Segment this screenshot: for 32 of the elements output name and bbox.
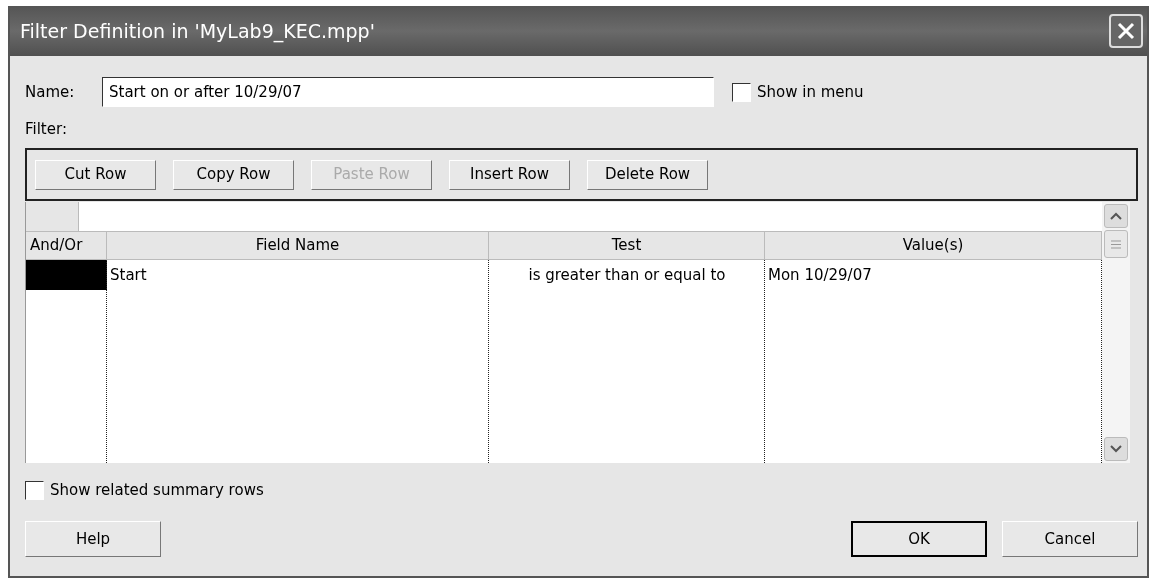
- scrollbar[interactable]: [1102, 202, 1130, 463]
- toolbar-button[interactable]: Insert Row: [449, 159, 570, 190]
- down-caret-icon: [1110, 445, 1122, 453]
- toolbar-button[interactable]: Delete Row: [587, 159, 708, 190]
- cancel-button[interactable]: Cancel: [1002, 521, 1138, 557]
- column-header: And/Or: [26, 232, 107, 259]
- show-in-menu-label: Show in menu: [757, 81, 864, 103]
- up-caret-icon: [1110, 212, 1122, 220]
- table-cell[interactable]: is greater than or equal to: [489, 260, 765, 290]
- filter-label: Filter:: [25, 119, 67, 140]
- toolbar-button[interactable]: Cut Row: [35, 159, 156, 190]
- row-selector-cell[interactable]: [26, 260, 107, 290]
- grip-icon: [1111, 239, 1121, 249]
- show-related-label: Show related summary rows: [50, 479, 264, 501]
- close-icon: [1116, 21, 1136, 41]
- toolbar-button[interactable]: Copy Row: [173, 159, 294, 190]
- scroll-down-button[interactable]: [1104, 437, 1128, 461]
- name-field[interactable]: Start on or after 10/29/07: [102, 77, 714, 107]
- close-button[interactable]: [1109, 14, 1143, 48]
- column-header: Value(s): [765, 232, 1102, 259]
- checkbox[interactable]: [25, 480, 44, 500]
- table-cell[interactable]: Mon 10/29/07: [765, 260, 1102, 290]
- column-header: Field Name: [107, 232, 489, 259]
- table-cell[interactable]: Start: [107, 260, 489, 290]
- checkbox[interactable]: [732, 82, 751, 102]
- scroll-up-button[interactable]: [1104, 204, 1128, 228]
- name-label: Name:: [25, 81, 76, 103]
- scroll-thumb[interactable]: [1104, 230, 1128, 258]
- ok-button[interactable]: OK: [851, 521, 987, 557]
- help-button[interactable]: Help: [25, 521, 161, 557]
- column-header: Test: [489, 232, 765, 259]
- window-title: Filter Definition in 'MyLab9_KEC.mpp': [20, 18, 375, 45]
